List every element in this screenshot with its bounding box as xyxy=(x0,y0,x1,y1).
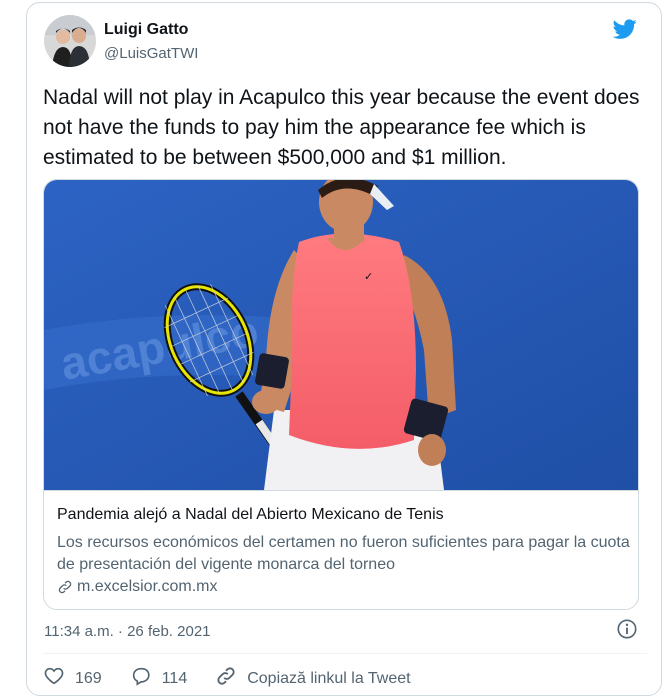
tweet-timestamp[interactable]: 11:34 a.m. · 26 feb. 2021 xyxy=(44,623,211,640)
card-domain[interactable]: m.excelsior.com.mx xyxy=(57,578,217,596)
link-icon xyxy=(57,579,73,595)
author-name[interactable]: Luigi Gatto xyxy=(104,21,188,39)
author-handle[interactable]: @LuisGatTWI xyxy=(104,45,198,62)
card-image[interactable]: acapulco ✓ xyxy=(44,180,638,490)
svg-text:✓: ✓ xyxy=(364,271,373,283)
card-domain-label: m.excelsior.com.mx xyxy=(77,578,218,595)
link-card[interactable]: acapulco ✓ Pandemia alejó a Nadal del Ab… xyxy=(43,179,639,610)
copy-link-label: Copiază linkul la Tweet xyxy=(247,669,411,687)
info-icon[interactable] xyxy=(616,618,638,640)
copy-link-button[interactable]: Copiază linkul la Tweet xyxy=(215,665,411,692)
card-description: Los recursos económicos del certamen no … xyxy=(57,534,630,573)
copy-link-icon xyxy=(215,665,247,692)
avatar[interactable] xyxy=(44,15,96,67)
like-button[interactable]: 169 xyxy=(43,665,102,692)
reply-button[interactable]: 114 xyxy=(130,665,188,692)
card-title[interactable]: Pandemia alejó a Nadal del Abierto Mexic… xyxy=(57,506,444,524)
like-count: 169 xyxy=(75,669,102,687)
reply-count: 114 xyxy=(161,669,188,687)
divider xyxy=(43,653,647,654)
tweet-card: Luigi Gatto @LuisGatTWI Nadal will not p… xyxy=(26,2,662,696)
heart-icon xyxy=(43,665,75,692)
twitter-bird-icon[interactable] xyxy=(611,17,639,41)
tweet-text: Nadal will not play in Acapulco this yea… xyxy=(43,86,640,169)
card-separator xyxy=(44,490,638,491)
action-bar: 169 114 Copiază linkul la Tweet xyxy=(43,665,439,692)
reply-icon xyxy=(130,665,162,692)
